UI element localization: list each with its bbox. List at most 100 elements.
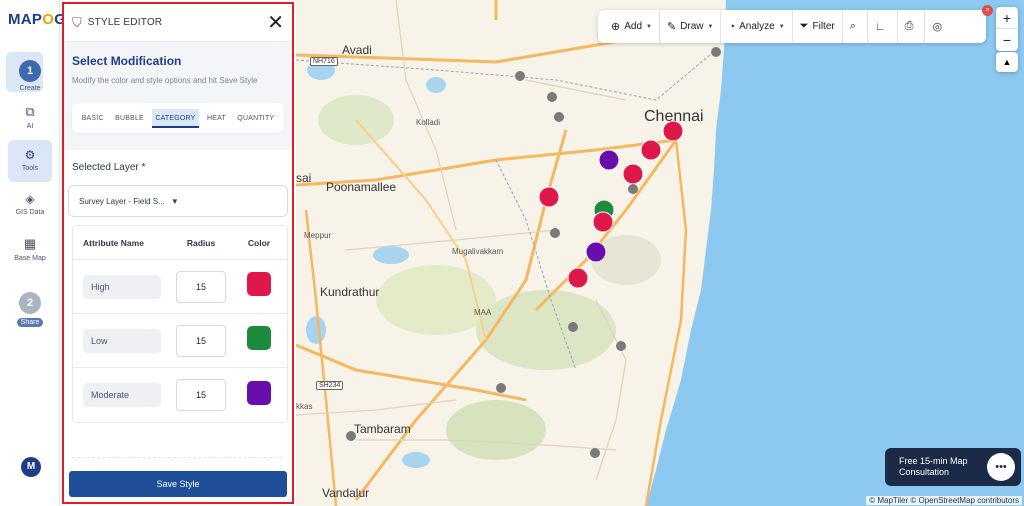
print-icon: ⎙ [904, 20, 914, 32]
rail-item-gis-data[interactable]: ◈ GIS Data [8, 192, 52, 216]
radius-input-low[interactable]: 15 [176, 324, 226, 357]
save-style-button[interactable]: Save Style [69, 471, 287, 497]
place-maa: MAA [474, 308, 492, 317]
radius-input-moderate[interactable]: 15 [176, 379, 226, 411]
map-attribution[interactable]: © MapTiler © OpenStreetMap contributors [866, 496, 1022, 505]
rail-item-share[interactable]: 2 Share [8, 292, 52, 327]
gear-icon: ⚙ [24, 148, 36, 162]
map-marker-high[interactable] [592, 211, 614, 233]
compass-button[interactable]: ▲ [996, 52, 1018, 72]
rail-label-gis-data: GIS Data [15, 209, 45, 216]
rail-item-create[interactable]: 1 Create [8, 60, 52, 92]
map-marker-neutral[interactable] [554, 112, 564, 122]
layer-select-value: Survey Layer - Field S... [79, 196, 165, 206]
avatar[interactable]: M [21, 457, 41, 477]
map-marker-neutral[interactable] [568, 322, 578, 332]
left-rail: MAPOG 1 Create ⧉ AI ⚙ Tools ◈ GIS Data ▦… [0, 0, 66, 506]
caret-down-icon: ▼ [707, 23, 714, 30]
zoom-in-button[interactable]: + [996, 7, 1018, 29]
close-badge[interactable]: × [982, 5, 993, 16]
map-marker-neutral[interactable] [711, 47, 721, 57]
ruler-icon: ∟ [874, 20, 886, 33]
rail-item-tools[interactable]: ⚙ Tools [8, 148, 52, 172]
color-swatch-high[interactable] [247, 272, 271, 296]
table-row: Low 15 [73, 314, 287, 368]
style-editor-panel: ⛉ STYLE EDITOR ✕ Select Modification Mod… [62, 2, 294, 504]
shield-nh716: NH716 [310, 57, 338, 66]
map-marker-high[interactable] [567, 267, 589, 289]
mapog-logo: MAPOG [8, 11, 67, 28]
chat-icon[interactable]: ••• [987, 453, 1015, 481]
color-swatch-low[interactable] [247, 326, 271, 350]
layers-icon: ◈ [25, 192, 35, 206]
rail-label-share: Share [16, 318, 44, 327]
place-chennai: Chennai [644, 108, 704, 125]
map-marker-moderate[interactable] [598, 149, 620, 171]
place-sai: sai [296, 171, 312, 185]
consultation-button[interactable]: Free 15-min Map Consultation ••• [885, 448, 1021, 486]
map-canvas[interactable]: Avadi Chennai Poonamallee Kolladi Meppur… [296, 0, 1024, 506]
map-marker-neutral[interactable] [628, 184, 638, 194]
zoom-out-button[interactable]: − [996, 29, 1018, 51]
modification-heading: Select Modification [72, 54, 182, 68]
place-kkas: kkas [296, 402, 313, 411]
tab-basic[interactable]: BASIC [79, 109, 107, 128]
place-avadi: Avadi [342, 43, 372, 57]
rail-label-create: Create [19, 85, 41, 92]
map-icon: ▦ [23, 236, 37, 251]
draw-button[interactable]: ✎ Draw ▼ [660, 10, 722, 43]
map-marker-neutral[interactable] [590, 448, 600, 458]
header-color: Color [247, 237, 271, 248]
search-button[interactable]: ⌕ [843, 10, 868, 43]
step-1-icon: 1 [19, 60, 41, 82]
place-poonamallee: Poonamallee [326, 180, 397, 194]
tab-quantity[interactable]: QUANTITY [234, 109, 277, 128]
paint-roller-icon: ⛉ [72, 14, 82, 30]
measure-button[interactable]: ∟ [868, 10, 898, 43]
close-icon[interactable]: ✕ [267, 13, 284, 33]
divider [72, 457, 282, 458]
analyze-button[interactable]: ◔ Analyze ▼ [721, 10, 793, 43]
panel-header: ⛉ STYLE EDITOR ✕ [64, 4, 292, 42]
map-marker-neutral[interactable] [496, 383, 506, 393]
pie-chart-icon: ◔ [728, 20, 736, 33]
locate-button[interactable]: ◎ [925, 10, 953, 43]
shield-sh234: SH234 [316, 381, 344, 390]
map-marker-neutral[interactable] [550, 228, 560, 238]
rail-item-ai[interactable]: ⧉ AI [8, 104, 52, 130]
map-marker-high[interactable] [538, 186, 560, 208]
place-meppur: Meppur [304, 231, 332, 240]
tab-category[interactable]: CATEGORY [152, 108, 199, 128]
attribute-table-header: Attribute Name Radius Color [73, 226, 287, 260]
map-marker-neutral[interactable] [547, 92, 557, 102]
panel-title: STYLE EDITOR [87, 17, 163, 28]
add-button[interactable]: ⊕ Add ▼ [604, 10, 660, 43]
tab-heat[interactable]: HEAT [204, 109, 229, 128]
draw-label: Draw [680, 21, 704, 32]
map-marker-neutral[interactable] [616, 341, 626, 351]
ai-icon: ⧉ [25, 104, 35, 119]
map-marker-high[interactable] [622, 163, 644, 185]
place-kolladi: Kolladi [416, 118, 441, 127]
rail-label-tools: Tools [21, 165, 39, 172]
rail-label-ai: AI [26, 123, 34, 130]
tab-bubble[interactable]: BUBBLE [112, 109, 147, 128]
map-marker-high[interactable] [640, 139, 662, 161]
rail-item-base-map[interactable]: ▦ Base Map [8, 236, 52, 262]
map-toolbar: ⊕ Add ▼ ✎ Draw ▼ ◔ Analyze ▼ ⏷ Filter ⌕ ∟ ⎙ ◎ [598, 10, 986, 43]
layer-select[interactable]: Survey Layer - Field S... ▼ [68, 185, 288, 217]
caret-down-icon: ▼ [778, 23, 785, 30]
modification-subheading: Modify the color and style options and h… [72, 76, 258, 85]
table-row: High 15 [73, 260, 287, 314]
table-row: Moderate 15 [73, 368, 287, 422]
crosshair-icon: ◎ [932, 21, 943, 33]
map-marker-moderate[interactable] [585, 241, 607, 263]
filter-icon: ⏷ [799, 20, 809, 32]
map-marker-neutral[interactable] [515, 71, 525, 81]
print-button[interactable]: ⎙ [898, 10, 926, 43]
color-swatch-moderate[interactable] [247, 380, 271, 405]
radius-input-high[interactable]: 15 [176, 270, 226, 303]
filter-button[interactable]: ⏷ Filter [793, 10, 843, 43]
rail-label-base-map: Base Map [14, 255, 46, 262]
place-vandalur: Vandalur [322, 486, 370, 500]
